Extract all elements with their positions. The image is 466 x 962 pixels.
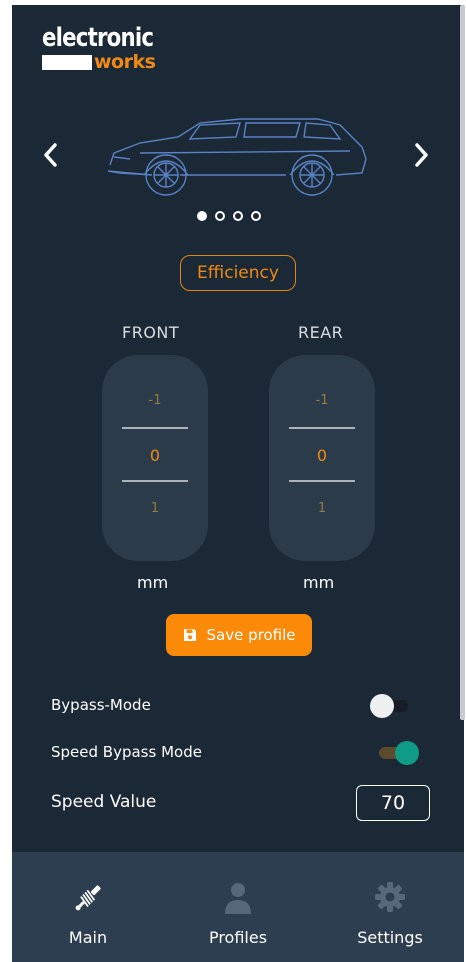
carousel-dot-1[interactable] bbox=[197, 211, 207, 221]
speed-bypass-mode-toggle-knob bbox=[395, 741, 419, 765]
carousel-dots bbox=[197, 211, 261, 221]
front-value-below[interactable]: 1 bbox=[102, 501, 208, 516]
bypass-mode-toggle-knob bbox=[370, 694, 394, 718]
speed-bypass-mode-label: Speed Bypass Mode bbox=[51, 743, 202, 761]
rear-value-below[interactable]: 1 bbox=[269, 501, 375, 516]
shock-absorber-icon bbox=[75, 885, 101, 911]
car-wagon-image bbox=[107, 118, 367, 196]
front-value-above[interactable]: -1 bbox=[102, 393, 208, 408]
save-profile-button[interactable]: Save profile bbox=[166, 614, 312, 656]
front-picker-divider bbox=[122, 427, 188, 429]
logo-redacted-block bbox=[42, 54, 92, 70]
rear-value-selected[interactable]: 0 bbox=[269, 446, 375, 465]
chevron-right-icon bbox=[415, 143, 428, 167]
carousel-dot-3[interactable] bbox=[233, 211, 243, 221]
rear-height-picker[interactable]: -1 0 1 bbox=[269, 355, 375, 561]
carousel-dot-4[interactable] bbox=[251, 211, 261, 221]
bypass-mode-label: Bypass-Mode bbox=[51, 696, 151, 714]
front-picker-divider bbox=[122, 480, 188, 482]
speed-value-input[interactable]: 70 bbox=[356, 785, 430, 821]
rear-value-above[interactable]: -1 bbox=[269, 393, 375, 408]
floppy-disk-icon bbox=[183, 629, 196, 641]
person-icon bbox=[225, 883, 251, 914]
nav-tab-settings[interactable]: Settings bbox=[340, 852, 440, 962]
nav-tab-profiles[interactable]: Profiles bbox=[188, 852, 288, 962]
logo-line1: electronic bbox=[42, 23, 154, 53]
gear-icon bbox=[375, 882, 405, 912]
chevron-left-icon bbox=[44, 143, 57, 167]
nav-label-main: Main bbox=[68, 928, 108, 947]
bottom-navigation-bar: Main Profiles Settings bbox=[12, 852, 464, 962]
save-profile-label: Save profile bbox=[206, 626, 296, 644]
carousel-prev-button[interactable] bbox=[42, 141, 58, 176]
front-value-selected[interactable]: 0 bbox=[102, 446, 208, 465]
app-screen: electronic works Efficiency FRONT REAR -… bbox=[12, 5, 464, 962]
speed-bypass-mode-toggle[interactable] bbox=[379, 741, 419, 765]
nav-label-settings: Settings bbox=[357, 928, 423, 947]
rear-unit: mm bbox=[303, 573, 335, 592]
front-height-picker[interactable]: -1 0 1 bbox=[102, 355, 208, 561]
vertical-scrollbar[interactable] bbox=[460, 5, 465, 720]
front-label: FRONT bbox=[122, 323, 180, 342]
nav-tab-main[interactable]: Main bbox=[38, 852, 138, 962]
front-unit: mm bbox=[137, 573, 169, 592]
rear-picker-divider bbox=[289, 480, 355, 482]
logo-line2: works bbox=[94, 51, 156, 73]
speed-value-label: Speed Value bbox=[51, 792, 157, 812]
carousel-dot-2[interactable] bbox=[215, 211, 225, 221]
rear-label: REAR bbox=[298, 323, 344, 342]
profile-name-badge: Efficiency bbox=[180, 255, 296, 291]
carousel-next-button[interactable] bbox=[414, 141, 430, 176]
nav-label-profiles: Profiles bbox=[208, 928, 268, 947]
electronic-works-logo: electronic works bbox=[42, 23, 178, 73]
rear-picker-divider bbox=[289, 427, 355, 429]
bypass-mode-toggle[interactable] bbox=[370, 694, 410, 718]
